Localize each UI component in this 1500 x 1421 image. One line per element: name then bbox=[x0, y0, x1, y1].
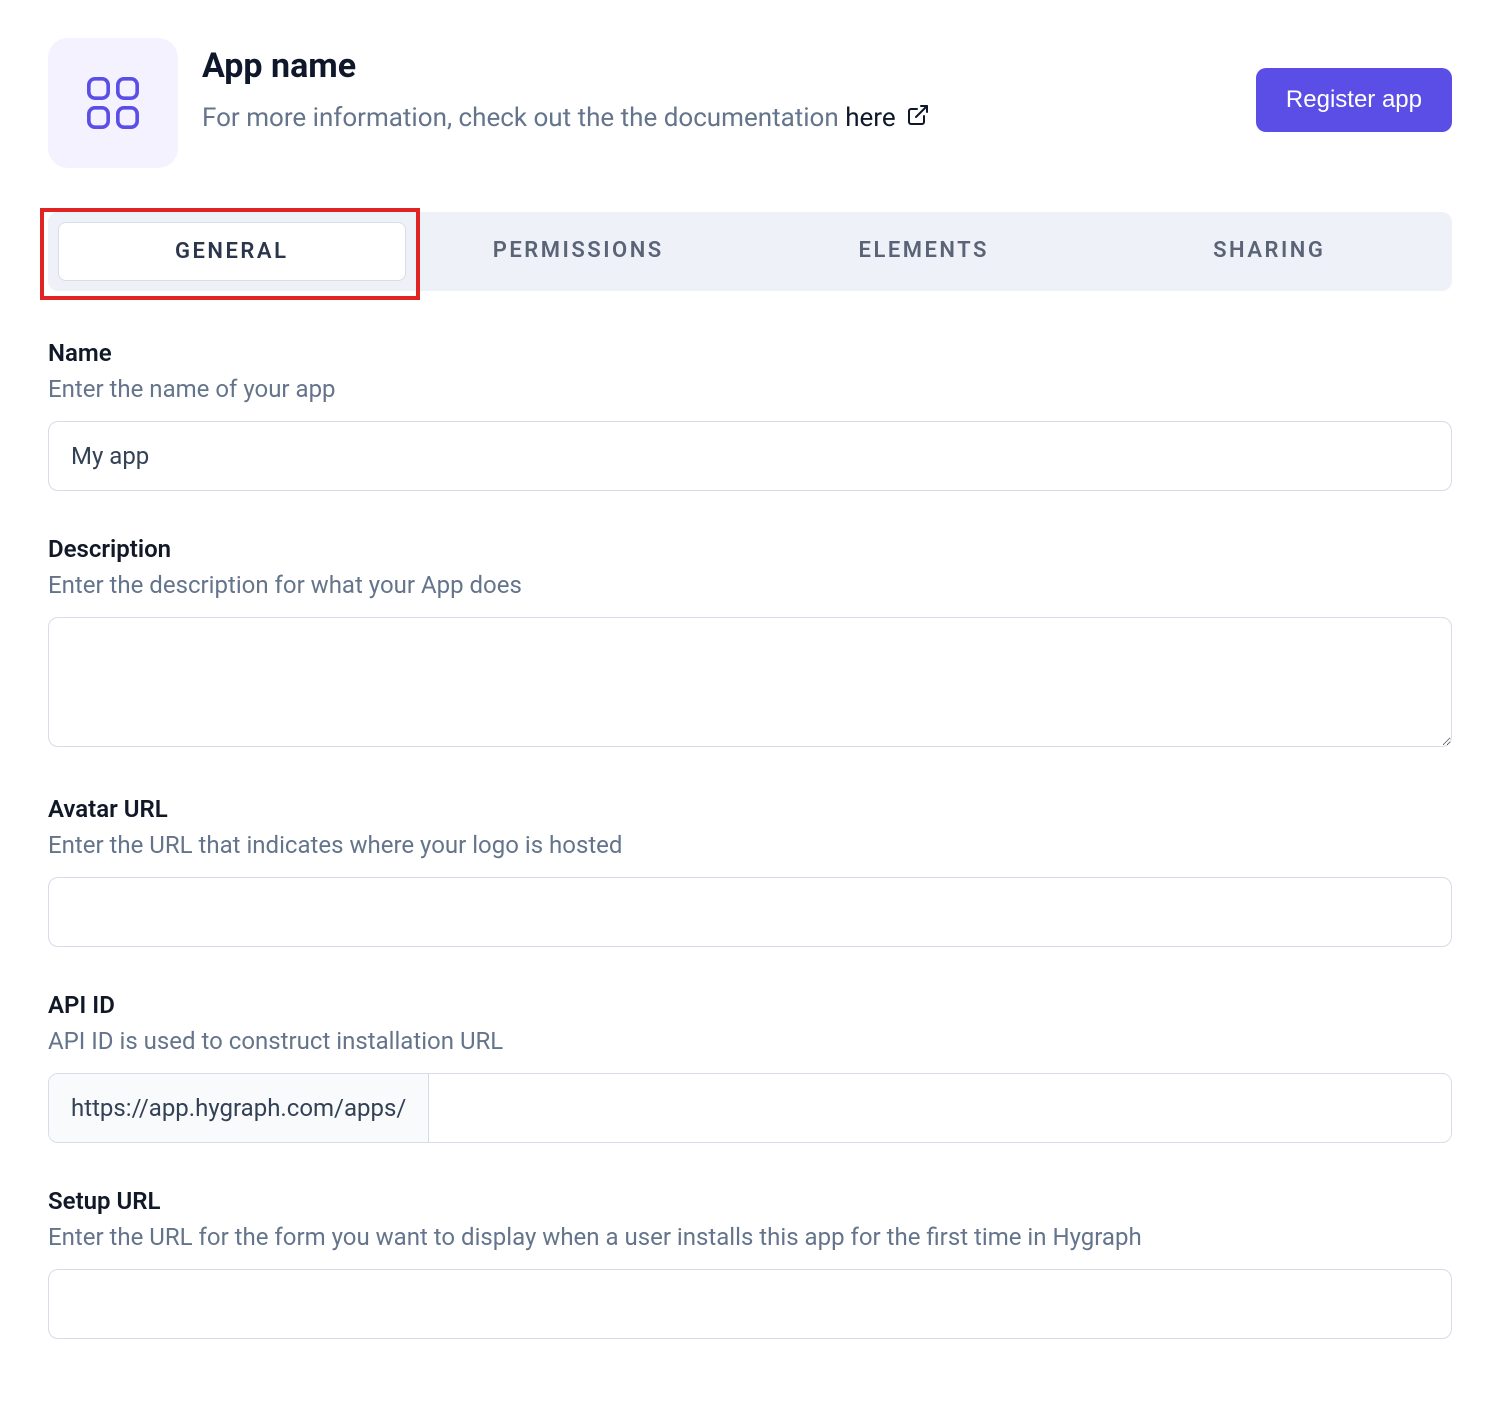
api-id-prefix: https://app.hygraph.com/apps/ bbox=[49, 1074, 429, 1142]
api-id-label: API ID bbox=[48, 991, 1452, 1019]
setup-url-input[interactable] bbox=[48, 1269, 1452, 1339]
name-help: Enter the name of your app bbox=[48, 375, 1452, 403]
field-group-name: Name Enter the name of your app bbox=[48, 339, 1452, 491]
api-id-help: API ID is used to construct installation… bbox=[48, 1027, 1452, 1055]
avatar-url-label: Avatar URL bbox=[48, 795, 1452, 823]
page-subtitle: For more information, check out the the … bbox=[202, 100, 1232, 137]
field-group-setup-url: Setup URL Enter the URL for the form you… bbox=[48, 1187, 1452, 1339]
tab-permissions[interactable]: PERMISSIONS bbox=[406, 222, 752, 281]
avatar-url-help: Enter the URL that indicates where your … bbox=[48, 831, 1452, 859]
tab-sharing[interactable]: SHARING bbox=[1097, 222, 1443, 281]
field-group-description: Description Enter the description for wh… bbox=[48, 535, 1452, 751]
subtitle-text: For more information, check out the the … bbox=[202, 103, 845, 133]
name-input[interactable] bbox=[48, 421, 1452, 491]
api-id-input[interactable] bbox=[429, 1074, 1451, 1142]
description-help: Enter the description for what your App … bbox=[48, 571, 1452, 599]
field-group-avatar-url: Avatar URL Enter the URL that indicates … bbox=[48, 795, 1452, 947]
register-app-button[interactable]: Register app bbox=[1256, 68, 1452, 132]
tab-bar: GENERAL PERMISSIONS ELEMENTS SHARING bbox=[48, 212, 1452, 291]
field-group-api-id: API ID API ID is used to construct insta… bbox=[48, 991, 1452, 1143]
page-title: App name bbox=[202, 46, 1232, 86]
setup-url-label: Setup URL bbox=[48, 1187, 1452, 1215]
external-link-icon bbox=[906, 101, 930, 137]
documentation-link[interactable]: here bbox=[845, 103, 930, 133]
description-label: Description bbox=[48, 535, 1452, 563]
tab-general[interactable]: GENERAL bbox=[58, 222, 406, 281]
name-label: Name bbox=[48, 339, 1452, 367]
page-header: App name For more information, check out… bbox=[48, 38, 1452, 168]
avatar-url-input[interactable] bbox=[48, 877, 1452, 947]
description-input[interactable] bbox=[48, 617, 1452, 747]
tab-elements[interactable]: ELEMENTS bbox=[751, 222, 1097, 281]
setup-url-help: Enter the URL for the form you want to d… bbox=[48, 1223, 1452, 1251]
app-grid-icon bbox=[48, 38, 178, 168]
